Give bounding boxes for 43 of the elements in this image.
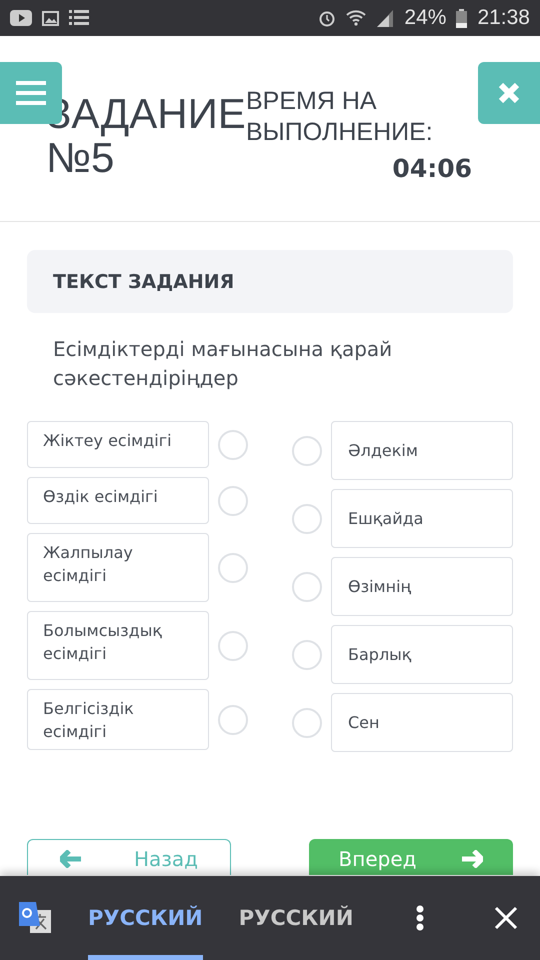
close-icon [498, 82, 520, 104]
radio-button[interactable] [218, 552, 248, 582]
close-button[interactable] [478, 62, 540, 124]
time-label: ВРЕМЯ НА ВЫПОЛНЕНИЕ: [246, 86, 434, 148]
answer-option: Жіктеу есімдігі [27, 421, 209, 468]
more-icon [416, 905, 424, 931]
question-text: Есімдіктерді мағынасына қарай сәкестендіріңдер [53, 336, 394, 392]
arrow-right-icon [461, 850, 484, 868]
translate-icon [18, 901, 52, 935]
language-tab[interactable]: РУССКИЙ [88, 876, 203, 960]
answer-option: Әлдекім [331, 421, 513, 480]
radio-button[interactable] [218, 704, 248, 734]
answer-option: Өзімнің [331, 557, 513, 616]
video-icon [10, 10, 32, 26]
radio-button[interactable] [292, 504, 322, 534]
radio-button[interactable] [292, 640, 322, 670]
radio-button[interactable] [218, 630, 248, 660]
arrow-left-icon [60, 850, 82, 868]
answer-option: Белгісіздік есімдігі [27, 689, 209, 750]
radio-button[interactable] [292, 708, 322, 738]
list-icon [69, 10, 89, 26]
answer-option: Ешқайда [331, 489, 513, 548]
answer-option: Сен [331, 693, 513, 752]
radio-button[interactable] [218, 486, 248, 516]
time-remaining: 04:06 [392, 154, 472, 183]
clock: 21:38 [477, 6, 530, 30]
answer-option: Жалпылау есімдігі [27, 533, 209, 602]
language-tab[interactable]: РУССКИЙ [238, 876, 354, 960]
wifi-icon [346, 9, 366, 27]
alarm-icon [318, 9, 336, 27]
radio-button[interactable] [218, 430, 248, 460]
answer-option: Өздік есімдігі [27, 477, 209, 524]
answer-option: Барлық [331, 625, 513, 684]
close-icon [494, 906, 518, 930]
battery-icon [456, 8, 468, 28]
image-icon [42, 10, 59, 26]
radio-button[interactable] [292, 572, 322, 602]
battery-level: 24% [404, 6, 446, 30]
signal-icon [376, 9, 394, 27]
menu-icon [16, 81, 46, 105]
answer-option: Болымсыздық есімдігі [27, 611, 209, 680]
task-heading: ТЕКСТ ЗАДАНИЯ [53, 270, 234, 292]
radio-button[interactable] [292, 436, 322, 466]
